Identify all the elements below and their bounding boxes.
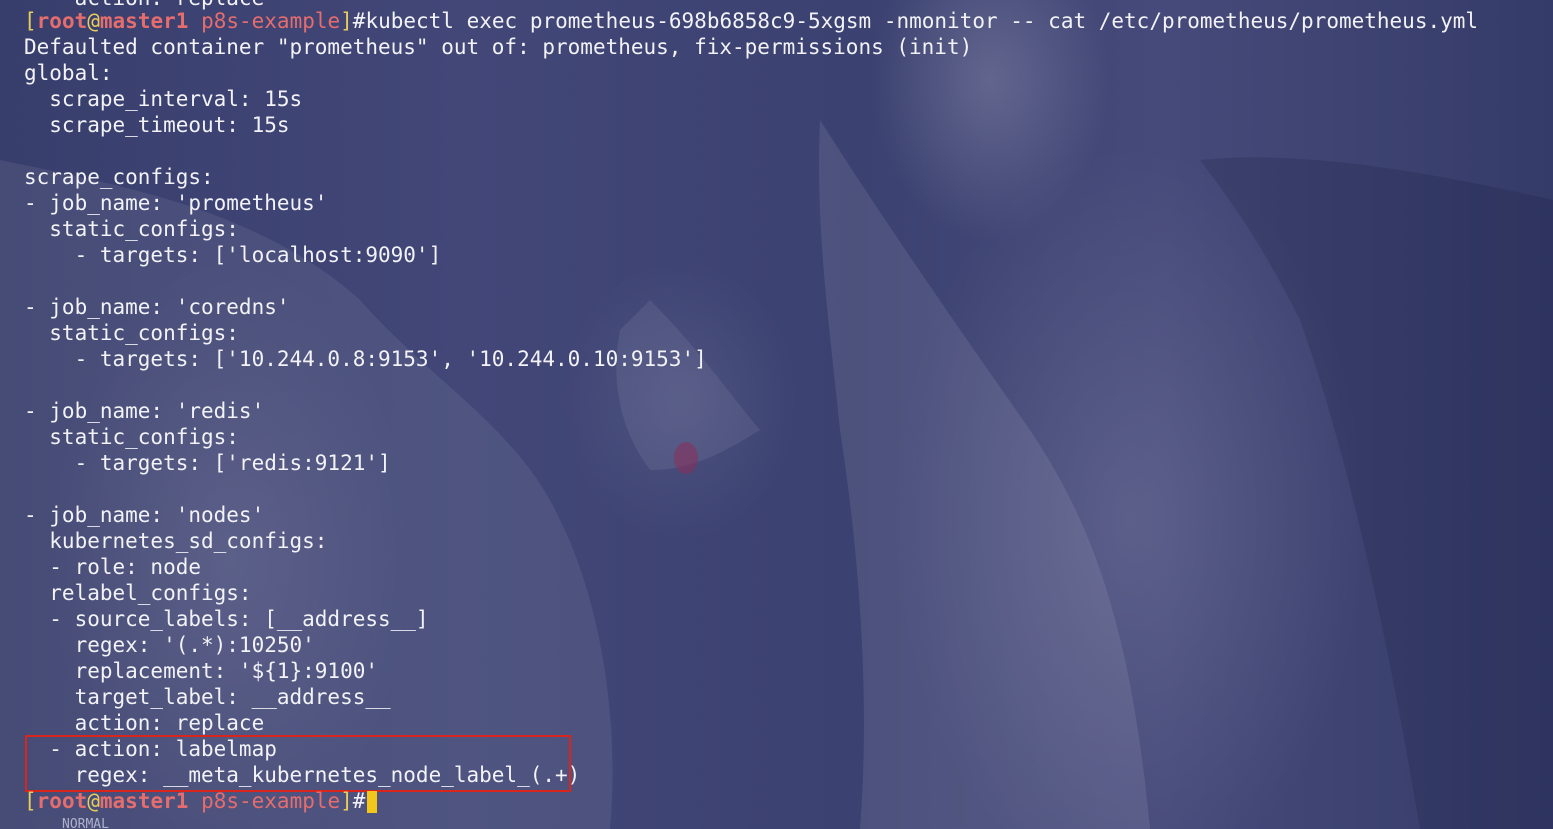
output-line: - role: node bbox=[24, 555, 202, 579]
output-line: action: replace bbox=[24, 711, 265, 735]
prompt-at: @ bbox=[87, 789, 100, 813]
text-cursor bbox=[367, 791, 378, 813]
output-line: scrape_timeout: 15s bbox=[24, 113, 290, 137]
output-line: global: bbox=[24, 61, 113, 85]
red-highlight-box bbox=[25, 735, 571, 792]
output-line: - source_labels: [__address__] bbox=[24, 607, 429, 631]
prompt-user: root bbox=[36, 789, 88, 813]
prompt-at: @ bbox=[87, 9, 100, 33]
output-line: - job_name: 'redis' bbox=[24, 399, 265, 423]
output-line: - targets: ['10.244.0.8:9153', '10.244.0… bbox=[24, 347, 707, 371]
output-line: - job_name: 'nodes' bbox=[24, 503, 265, 527]
output-line: Defaulted container "prometheus" out of:… bbox=[24, 35, 973, 59]
command-line: [root@master1 p8s-example]#kubectl exec … bbox=[24, 8, 1478, 34]
output-line: - job_name: 'prometheus' bbox=[24, 191, 328, 215]
prompt-symbol: # bbox=[352, 9, 366, 33]
output-line: replacement: '${1}:9100' bbox=[24, 659, 379, 683]
command-text: kubectl exec prometheus-698b6858c9-5xgsm… bbox=[365, 9, 1479, 33]
output-line: - targets: ['localhost:9090'] bbox=[24, 243, 442, 267]
prompt-bracket-open: [ bbox=[24, 789, 37, 813]
prompt-bracket-open: [ bbox=[24, 9, 37, 33]
output-line: kubernetes_sd_configs: bbox=[24, 529, 328, 553]
prompt-host: master1 bbox=[99, 9, 189, 33]
prompt-cwd: p8s-example bbox=[201, 789, 341, 813]
output-line: relabel_configs: bbox=[24, 581, 252, 605]
output-line: - job_name: 'coredns' bbox=[24, 295, 290, 319]
output-line: scrape_configs: bbox=[24, 165, 214, 189]
output-line: scrape_interval: 15s bbox=[24, 87, 303, 111]
prompt-host: master1 bbox=[99, 789, 189, 813]
prompt-user: root bbox=[36, 9, 88, 33]
output-line: static_configs: bbox=[24, 425, 239, 449]
output-line: regex: '(.*):10250' bbox=[24, 633, 315, 657]
terminal-window[interactable]: action: replace [root@master1 p8s-exampl… bbox=[0, 0, 1553, 829]
prompt-line[interactable]: [root@master1 p8s-example]# bbox=[24, 788, 378, 814]
output-line: - targets: ['redis:9121'] bbox=[24, 451, 391, 475]
prompt-bracket-close: ] bbox=[340, 9, 353, 33]
prompt-bracket-close: ] bbox=[340, 789, 353, 813]
output-line: static_configs: bbox=[24, 321, 239, 345]
output-line: target_label: __address__ bbox=[24, 685, 391, 709]
status-mode: NORMAL bbox=[62, 817, 109, 829]
prompt-symbol: # bbox=[352, 789, 366, 813]
output-line: static_configs: bbox=[24, 217, 239, 241]
prompt-cwd: p8s-example bbox=[201, 9, 341, 33]
